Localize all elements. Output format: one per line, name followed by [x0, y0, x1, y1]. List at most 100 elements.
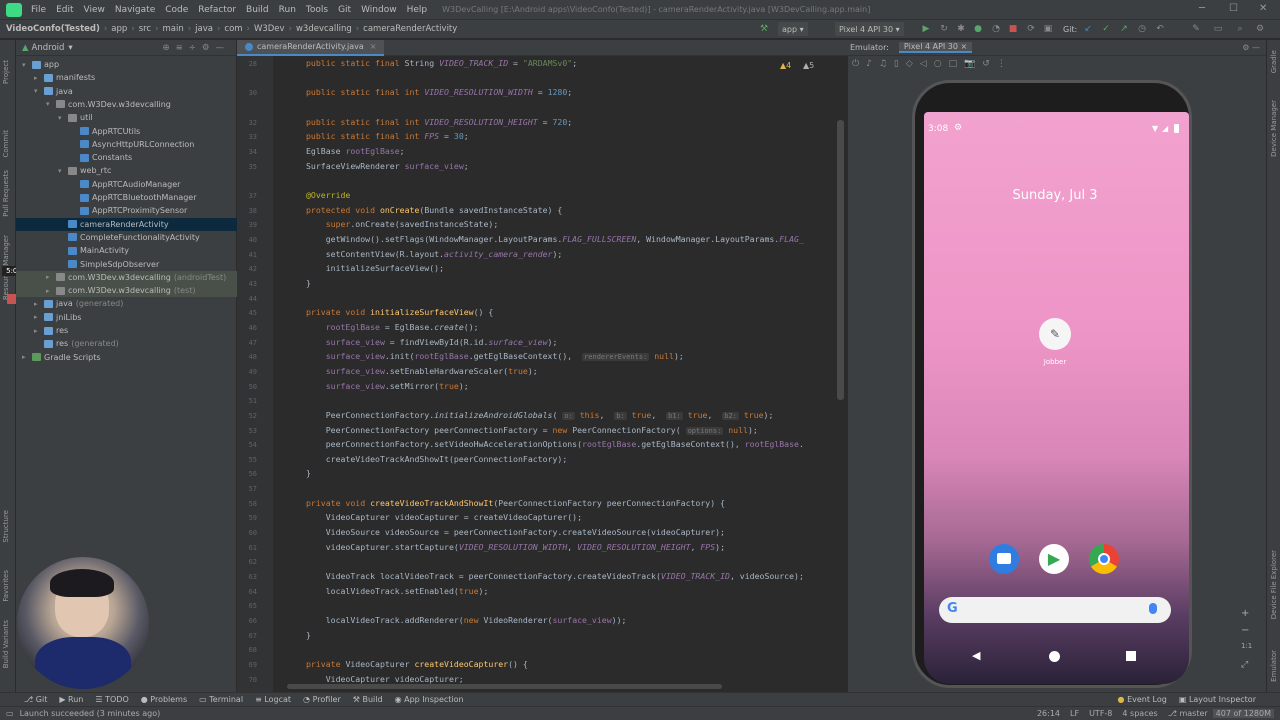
menu-navigate[interactable]: Navigate — [110, 5, 160, 15]
build-variants-tool-label[interactable]: Build Variants — [2, 620, 10, 668]
build-tool-tab[interactable]: ⚒ Build — [347, 695, 389, 704]
code-line[interactable]: getWindow().setFlags(WindowManager.Layou… — [306, 234, 804, 244]
expand-arrow-icon[interactable]: ▸ — [22, 353, 32, 361]
code-line[interactable]: private VideoCapturer createVideoCapture… — [306, 659, 528, 669]
code-line[interactable]: public static final int VIDEO_RESOLUTION… — [306, 87, 572, 97]
device-file-explorer-tool-label[interactable]: Device File Explorer — [1270, 550, 1278, 619]
code-line[interactable]: VideoTrack localVideoTrack = peerConnect… — [306, 571, 804, 581]
breadcrumb-w3devcalling[interactable]: w3devcalling — [293, 24, 355, 34]
breadcrumb-w3dev[interactable]: W3Dev — [251, 24, 288, 34]
maximize-icon[interactable]: ☐ — [1229, 3, 1238, 14]
android-debug-icon[interactable]: ● — [972, 22, 984, 36]
zoom-1to1-icon[interactable]: 1:1 — [1241, 642, 1252, 650]
layout-inspector-tool-tab[interactable]: ▣ Layout Inspector — [1173, 695, 1262, 704]
recents-nav-icon[interactable] — [1126, 651, 1136, 661]
caret-position[interactable]: 26:14 — [1032, 709, 1065, 718]
emulator-controls-icon[interactable]: ⏻♪♫▯◇◁○□📷↺⋮ — [852, 59, 1013, 69]
code-line[interactable]: protected void onCreate(Bundle savedInst… — [306, 205, 562, 215]
git-push-icon[interactable]: ↗ — [1118, 22, 1130, 36]
panel-actions-icon[interactable]: ⊕≡÷⚙— — [163, 43, 231, 53]
structure-tool-label[interactable]: Structure — [2, 510, 10, 543]
menu-help[interactable]: Help — [402, 5, 433, 15]
tree-node[interactable]: ▾ java — [16, 85, 237, 98]
breadcrumb-project[interactable]: VideoConfo(Tested) — [0, 24, 103, 34]
zoom-in-icon[interactable]: + — [1241, 608, 1249, 619]
emulator-tool-label[interactable]: Emulator — [1270, 650, 1278, 682]
code-line[interactable]: private void createVideoTrackAndShowIt(P… — [306, 498, 725, 508]
app-inspection-tool-tab[interactable]: ◉ App Inspection — [389, 695, 470, 704]
tree-node[interactable]: ▸ Gradle Scripts — [16, 351, 237, 364]
tree-node[interactable]: ▸ com.W3Dev.w3devcalling (androidTest) — [16, 270, 237, 284]
google-search-bar[interactable]: G — [939, 597, 1171, 623]
settings-icon[interactable]: ⚙ — [1254, 22, 1266, 36]
sync-icon[interactable]: ⟳ — [1025, 22, 1037, 36]
tree-node[interactable]: AppRTCUtils — [16, 125, 237, 138]
status-message[interactable]: Launch succeeded (3 minutes ago) — [20, 709, 161, 718]
favorites-tool-label[interactable]: Favorites — [2, 570, 10, 602]
code-line[interactable]: SurfaceViewRenderer surface_view; — [306, 161, 469, 171]
messages-app-icon[interactable] — [989, 544, 1019, 574]
lockscreen-date[interactable]: Sunday, Jul 3 — [924, 188, 1186, 203]
expand-arrow-icon[interactable]: ▸ — [34, 300, 44, 308]
emulator-settings-icon[interactable]: ⚙ — — [1242, 43, 1260, 52]
line-separator[interactable]: LF — [1065, 709, 1084, 718]
history-icon[interactable]: ◷ — [1136, 22, 1148, 36]
expand-arrow-icon[interactable]: ▾ — [34, 87, 44, 95]
fit-screen-icon[interactable]: ⤢ — [1241, 660, 1248, 670]
apply-changes-icon[interactable]: ↻ — [938, 22, 950, 36]
breadcrumb-app[interactable]: app — [108, 24, 130, 34]
search-icon[interactable]: ⌕ — [1234, 22, 1246, 36]
expand-arrow-icon[interactable]: ▸ — [34, 327, 44, 335]
play-store-icon[interactable]: ▶ — [1039, 544, 1069, 574]
tree-node[interactable]: CompleteFunctionalityActivity — [16, 231, 237, 244]
tree-node[interactable]: cameraRenderActivity — [16, 217, 237, 231]
emulator-tab[interactable]: Pixel 4 API 30 × — [898, 42, 973, 53]
git-commit-icon[interactable]: ✓ — [1100, 22, 1112, 36]
chrome-app-icon[interactable] — [1089, 544, 1119, 574]
expand-arrow-icon[interactable]: ▾ — [22, 61, 32, 69]
code-line[interactable]: } — [306, 468, 311, 478]
tree-node[interactable]: ▸ com.W3Dev.w3devcalling (test) — [16, 284, 237, 298]
run-config-select[interactable]: app ▾ — [778, 22, 808, 36]
code-line[interactable]: localVideoTrack.addRenderer(new VideoRen… — [306, 615, 627, 625]
profiler-tool-tab[interactable]: ◔ Profiler — [297, 695, 347, 704]
event-log-tool-tab[interactable]: ● Event Log — [1112, 695, 1173, 704]
project-tool-label[interactable]: Project — [2, 60, 10, 84]
pull-requests-tool-label[interactable]: Pull Requests — [2, 170, 10, 217]
code-line[interactable]: super.onCreate(savedInstanceState); — [306, 219, 499, 229]
commit-tool-label[interactable]: Commit — [2, 130, 10, 158]
menu-window[interactable]: Window — [356, 5, 402, 15]
menu-refactor[interactable]: Refactor — [193, 5, 241, 15]
code-line[interactable]: EglBase rootEglBase; — [306, 146, 405, 156]
minimize-icon[interactable]: ─ — [1199, 3, 1205, 14]
device-manager-tool-label[interactable]: Device Manager — [1270, 100, 1278, 157]
tree-node[interactable]: MainActivity — [16, 244, 237, 257]
tree-node[interactable]: ▸ java (generated) — [16, 297, 237, 310]
breadcrumb-main[interactable]: main — [160, 24, 187, 34]
gradle-tool-label[interactable]: Gradle — [1270, 50, 1278, 73]
avd-manager-icon[interactable]: ▣ — [1042, 22, 1054, 36]
expand-arrow-icon[interactable]: ▾ — [46, 100, 56, 108]
menu-code[interactable]: Code — [160, 5, 193, 15]
code-line[interactable]: rootEglBase = EglBase.create(); — [306, 322, 479, 332]
menu-view[interactable]: View — [79, 5, 110, 15]
menu-edit[interactable]: Edit — [51, 5, 78, 15]
breadcrumb-com[interactable]: com — [221, 24, 245, 34]
stop-icon[interactable]: ■ — [1007, 22, 1019, 36]
zoom-out-icon[interactable]: − — [1241, 625, 1249, 636]
profile-icon[interactable]: ◔ — [990, 22, 1002, 36]
memory-indicator[interactable]: 407 of 1280M — [1212, 709, 1274, 718]
tree-node[interactable]: AppRTCProximitySensor — [16, 204, 237, 217]
file-encoding[interactable]: UTF-8 — [1084, 709, 1117, 718]
code-line[interactable]: public static final int VIDEO_RESOLUTION… — [306, 117, 572, 127]
weak-warnings-count[interactable]: ▲5 — [803, 61, 814, 70]
expand-arrow-icon[interactable]: ▸ — [34, 74, 44, 82]
debug-icon[interactable]: ✱ — [955, 22, 967, 36]
warnings-count[interactable]: ▲4 — [780, 61, 791, 70]
code-line[interactable]: surface_view.setEnableHardwareScaler(tru… — [306, 366, 538, 376]
device-icon[interactable]: ▭ — [1212, 22, 1224, 36]
code-line[interactable]: private void initializeSurfaceView() { — [306, 307, 493, 317]
code-line[interactable]: PeerConnectionFactory peerConnectionFact… — [306, 425, 758, 435]
git-branch[interactable]: ⎇ master — [1163, 709, 1213, 718]
tree-node[interactable]: SimpleSdpObserver — [16, 258, 237, 271]
